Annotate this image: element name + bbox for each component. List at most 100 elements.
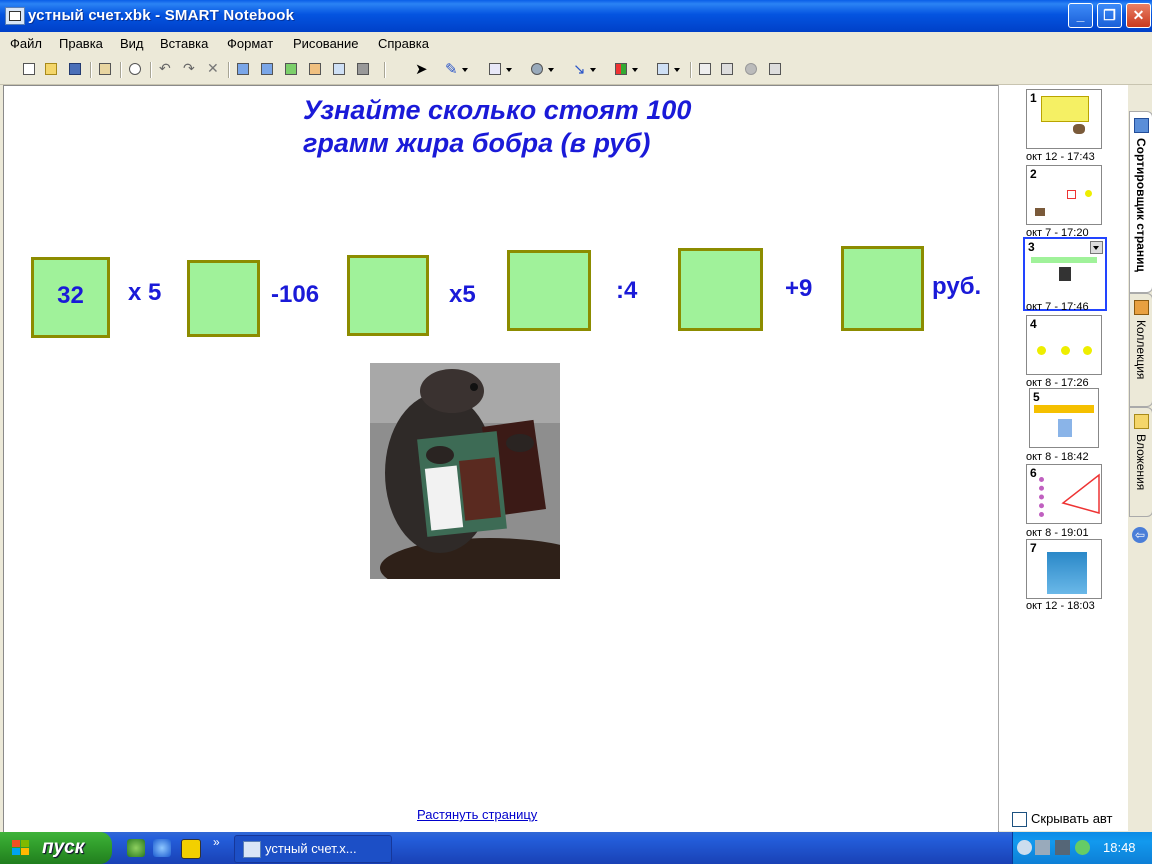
chevron-icon[interactable]: » xyxy=(213,835,220,849)
gallery-icon xyxy=(1134,300,1149,315)
taskbar-window-button[interactable]: устный счет.x... xyxy=(234,835,392,863)
thumbnail-graphic xyxy=(1031,257,1097,263)
eraser-icon[interactable] xyxy=(486,60,512,78)
title-bar: устный счет.xbk - SMART Notebook _ ❐ ✕ xyxy=(0,0,1152,32)
whiteboard-page[interactable]: Узнайте сколько стоят 100 грамм жира боб… xyxy=(3,85,999,833)
capture-icon[interactable] xyxy=(354,60,372,78)
internet-explorer-icon[interactable] xyxy=(153,839,171,857)
page-thumbnail-6[interactable]: 6 xyxy=(1026,464,1102,524)
beaver-accordion-photo[interactable] xyxy=(370,363,560,579)
answer-box-1[interactable]: 32 xyxy=(31,257,110,338)
save-icon[interactable] xyxy=(66,60,84,78)
page-date: окт 8 - 19:01 xyxy=(1026,527,1089,539)
photo-graphic xyxy=(370,363,560,579)
thumbnail-graphic xyxy=(1039,477,1050,517)
group-icon[interactable] xyxy=(696,60,714,78)
maximize-button[interactable]: ❐ xyxy=(1097,3,1122,28)
answer-box-2[interactable] xyxy=(187,260,260,337)
page-thumbnail-5[interactable]: 5 xyxy=(1029,388,1099,448)
clock: 18:48 xyxy=(1103,840,1136,855)
monitor-icon[interactable] xyxy=(1055,840,1070,855)
back-arrow-icon[interactable]: ⇦ xyxy=(1132,527,1148,543)
answer-box-4[interactable] xyxy=(507,250,591,331)
zoom-icon[interactable] xyxy=(126,60,144,78)
network-icon[interactable] xyxy=(1035,840,1050,855)
menu-insert[interactable]: Вставка xyxy=(160,36,208,51)
start-button[interactable]: пуск xyxy=(0,832,112,864)
checkbox-box[interactable] xyxy=(1012,812,1027,828)
page-date: окт 8 - 18:42 xyxy=(1026,451,1089,463)
redo-icon[interactable]: ↷ xyxy=(180,60,198,78)
previous-page-icon[interactable] xyxy=(234,60,252,78)
answer-box-3[interactable] xyxy=(347,255,429,336)
slide-heading[interactable]: Узнайте сколько стоят 100 грамм жира боб… xyxy=(303,94,723,160)
menu-file[interactable]: Файл xyxy=(10,36,42,51)
task-label: устный счет.x... xyxy=(265,841,357,856)
pen-icon[interactable]: ✎ xyxy=(442,60,468,78)
quick-launch-icon[interactable] xyxy=(181,839,201,859)
shape-icon[interactable] xyxy=(528,60,554,78)
transparency-icon[interactable] xyxy=(742,60,760,78)
more-icon[interactable] xyxy=(766,60,784,78)
taskbar: пуск » устный счет.x... 18:48 xyxy=(0,832,1152,864)
menu-format[interactable]: Формат xyxy=(227,36,273,51)
tab-page-sorter[interactable]: Сортировщик страниц xyxy=(1129,111,1152,293)
answer-box-6[interactable] xyxy=(841,246,924,331)
answer-box-5[interactable] xyxy=(678,248,763,331)
undo-icon[interactable]: ↶ xyxy=(156,60,174,78)
menu-edit[interactable]: Правка xyxy=(59,36,103,51)
thumbnail-graphic xyxy=(1034,405,1094,413)
text-icon[interactable] xyxy=(654,60,680,78)
page-number: 6 xyxy=(1030,466,1037,480)
paste-icon[interactable] xyxy=(96,60,114,78)
operator-label: -106 xyxy=(271,281,320,308)
menu-bar: Файл Правка Вид Вставка Формат Рисование… xyxy=(0,33,1152,55)
desktop-icon[interactable] xyxy=(127,839,145,857)
line-icon[interactable]: ↘ xyxy=(570,60,596,78)
thumbnail-graphic xyxy=(1061,346,1070,355)
window-title: устный счет.xbk - SMART Notebook xyxy=(28,7,295,24)
tab-gallery[interactable]: Коллекция xyxy=(1129,293,1152,407)
page-thumbnail-2[interactable]: 2 xyxy=(1026,165,1102,225)
tab-attachments[interactable]: Вложения xyxy=(1129,407,1152,517)
page-number: 2 xyxy=(1030,167,1037,181)
order-icon[interactable] xyxy=(718,60,736,78)
close-button[interactable]: ✕ xyxy=(1126,3,1151,28)
delete-icon[interactable]: ✕ xyxy=(204,60,222,78)
page-number: 3 xyxy=(1028,240,1035,254)
page-thumbnail-3-selected[interactable]: 3 xyxy=(1023,237,1107,311)
page-thumbnail-1[interactable]: 1 xyxy=(1026,89,1102,149)
page-thumbnail-7[interactable]: 7 xyxy=(1026,539,1102,599)
select-icon[interactable]: ➤ xyxy=(412,60,430,78)
minimize-button[interactable]: _ xyxy=(1068,3,1093,28)
tab-label: Сортировщик страниц xyxy=(1134,138,1148,272)
toolbar: ↶ ↷ ✕ ➤ ✎ ↘ xyxy=(0,56,1152,85)
new-icon[interactable] xyxy=(20,60,38,78)
thumbnail-graphic xyxy=(1085,190,1092,197)
page-menu-dropdown-icon[interactable] xyxy=(1090,241,1103,254)
add-page-icon[interactable] xyxy=(282,60,300,78)
page-thumbnail-4[interactable]: 4 xyxy=(1026,315,1102,375)
thumbnail-graphic xyxy=(1047,552,1087,594)
menu-help[interactable]: Справка xyxy=(378,36,429,51)
tray-arrow-icon[interactable] xyxy=(1017,840,1032,855)
menu-draw[interactable]: Рисование xyxy=(293,36,358,51)
stretch-page-link[interactable]: Растянуть страницу xyxy=(417,807,537,822)
operator-label: x5 xyxy=(449,281,476,308)
app-icon xyxy=(243,841,261,858)
open-icon[interactable] xyxy=(42,60,60,78)
menu-view[interactable]: Вид xyxy=(120,36,144,51)
page-number: 1 xyxy=(1030,91,1037,105)
system-tray: 18:48 xyxy=(1012,832,1152,864)
screen-shade-icon[interactable] xyxy=(306,60,324,78)
box-value: 32 xyxy=(57,282,84,309)
full-screen-icon[interactable] xyxy=(330,60,348,78)
thumbnail-graphic xyxy=(1035,208,1045,216)
currency-label: руб. xyxy=(932,273,982,300)
autohide-checkbox[interactable]: Скрывать авт xyxy=(1012,811,1113,828)
next-page-icon[interactable] xyxy=(258,60,276,78)
tray-app-icon[interactable] xyxy=(1075,840,1090,855)
fill-color-icon[interactable] xyxy=(612,60,638,78)
thumbnail-graphic xyxy=(1037,346,1046,355)
windows-logo-icon xyxy=(12,840,29,855)
